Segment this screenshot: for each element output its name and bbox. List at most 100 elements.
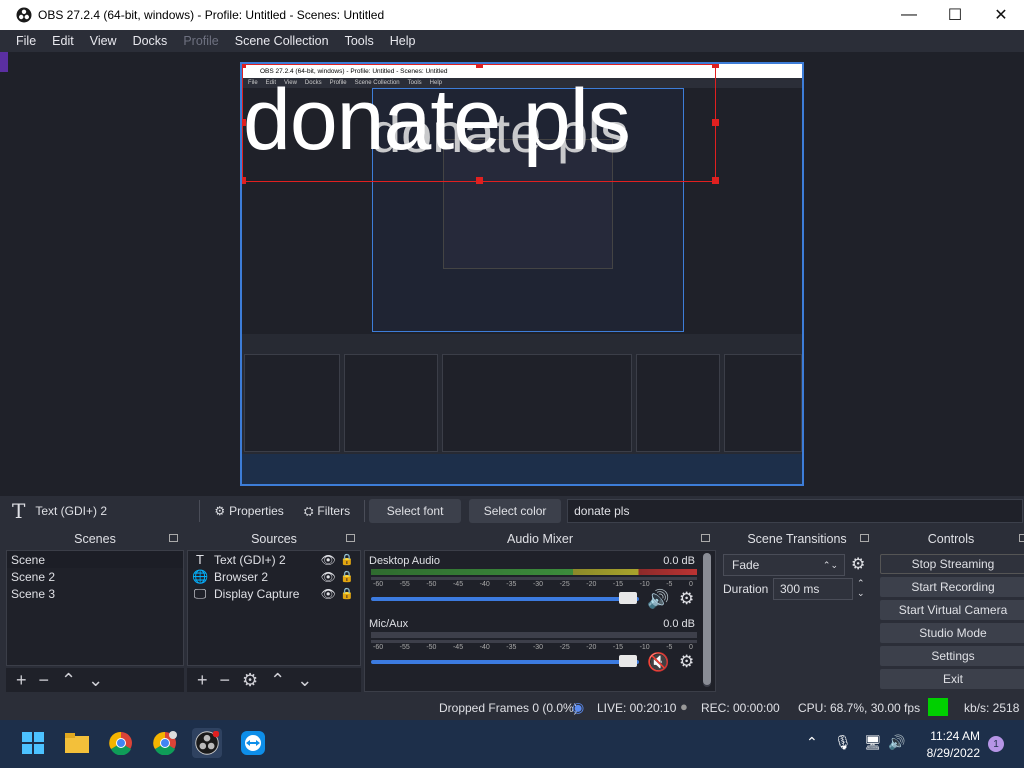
teamviewer-icon[interactable] [238, 728, 268, 758]
nested-transitions-panel [636, 354, 720, 452]
minimize-button[interactable]: — [886, 0, 932, 30]
volume-slider-handle[interactable] [619, 592, 637, 604]
selected-source-name: Text (GDI+) 2 [35, 504, 108, 518]
resize-handle-right[interactable] [712, 119, 719, 126]
eye-icon[interactable]: 👁 [321, 587, 336, 601]
properties-button[interactable]: ⚙ Properties [204, 499, 293, 523]
stop-streaming-button[interactable]: Stop Streaming [880, 554, 1024, 574]
mixer-channel-desktop: Desktop Audio 0.0 dB -60 -55 -50 -45 -40 -35-… [369, 555, 711, 611]
remove-icon[interactable]: − [39, 670, 50, 691]
selection-bounding-box[interactable]: donate pls [242, 64, 719, 184]
scene-item[interactable]: Scene 3 [7, 585, 183, 602]
scene-item[interactable]: Scene 2 [7, 568, 183, 585]
resize-handle-bottom-right[interactable] [712, 177, 719, 184]
menu-view[interactable]: View [82, 34, 125, 48]
move-down-icon[interactable]: ⌄ [88, 670, 103, 691]
transitions-title: Scene Transitions [747, 532, 847, 546]
maximize-button[interactable]: ☐ [932, 0, 978, 30]
chrome-profile-icon[interactable] [150, 728, 180, 758]
lock-icon[interactable]: 🔒 [340, 570, 354, 583]
select-color-button[interactable]: Select color [469, 499, 562, 523]
undock-icon[interactable] [701, 534, 710, 542]
add-icon[interactable]: + [197, 670, 208, 691]
menu-scene-collection[interactable]: Scene Collection [227, 34, 337, 48]
system-clock[interactable]: 11:24 AM 8/29/2022 [900, 728, 980, 762]
resize-handle-top-left[interactable] [242, 64, 246, 68]
menu-tools[interactable]: Tools [337, 34, 382, 48]
lock-icon[interactable]: 🔒 [340, 587, 354, 600]
preview-canvas[interactable]: OBS 27.2.4 (64-bit, windows) - Profile: … [240, 62, 804, 486]
volume-slider-track[interactable] [371, 660, 639, 664]
resize-handle-bottom[interactable] [476, 177, 483, 184]
gear-icon[interactable]: ⚙ [851, 554, 865, 574]
gear-icon[interactable]: ⚙ [679, 652, 694, 672]
microphone-icon[interactable]: 🎙 [834, 734, 852, 751]
chrome-icon[interactable] [106, 728, 136, 758]
scene-item[interactable]: Scene [7, 551, 183, 568]
undock-icon[interactable] [860, 534, 869, 542]
menu-edit[interactable]: Edit [44, 34, 82, 48]
duration-input[interactable]: 300 ms [773, 578, 853, 600]
close-button[interactable]: ✕ [978, 0, 1024, 30]
volume-meter [371, 632, 697, 638]
file-explorer-icon[interactable] [62, 728, 92, 758]
menu-help[interactable]: Help [382, 34, 424, 48]
nested-mixer-panel [442, 354, 632, 452]
add-icon[interactable]: + [16, 670, 27, 691]
undock-icon[interactable] [346, 534, 355, 542]
scenes-dock: Scenes Scene Scene 2 Scene 3 + − ⌃ ⌄ [6, 528, 184, 696]
donate-text[interactable]: donate pls [243, 71, 631, 170]
gear-icon[interactable]: ⚙ [242, 670, 258, 691]
source-item[interactable]: T Text (GDI+) 2 👁 🔒 [188, 551, 360, 568]
volume-slider-track[interactable] [371, 597, 639, 601]
source-item[interactable]: 🖵 Display Capture 👁 🔒 [188, 585, 360, 602]
obs-taskbar-icon[interactable] [192, 728, 222, 758]
status-bar: Dropped Frames 0 (0.0%) ◉ LIVE: 00:20:10… [0, 696, 1024, 720]
lock-icon[interactable]: 🔒 [340, 553, 354, 566]
mixer-scrollbar[interactable] [703, 553, 711, 687]
speaker-icon[interactable]: 🔊 [647, 589, 669, 610]
undock-icon[interactable] [1019, 534, 1024, 542]
eye-icon[interactable]: 👁 [321, 553, 336, 567]
resize-handle-left[interactable] [242, 119, 246, 126]
resize-handle-top-right[interactable] [712, 64, 719, 68]
rec-time: REC: 00:00:00 [701, 701, 780, 715]
move-down-icon[interactable]: ⌄ [297, 670, 312, 691]
transition-select[interactable]: Fade ⌃⌄ [723, 554, 845, 576]
meter-ticks: -60 -55 -50 -45 -40 -35 -30 -25 -20 -15 -10 -5 0 [373, 644, 693, 651]
preview-area[interactable]: OBS 27.2.4 (64-bit, windows) - Profile: … [0, 52, 1024, 496]
start-recording-button[interactable]: Start Recording [880, 577, 1024, 597]
filters-button[interactable]: ⛭ Filters [294, 499, 360, 523]
duration-value: 300 ms [780, 582, 820, 596]
eye-icon[interactable]: 👁 [321, 570, 336, 584]
network-icon[interactable]: 🖥 [864, 734, 882, 751]
start-icon[interactable] [18, 728, 48, 758]
menu-file[interactable]: File [8, 34, 44, 48]
sources-footer: + − ⚙ ⌃ ⌄ [187, 668, 361, 692]
duration-spin-icon[interactable]: ⌃ ⌄ [857, 578, 865, 598]
source-item[interactable]: 🌐 Browser 2 👁 🔒 [188, 568, 360, 585]
move-up-icon[interactable]: ⌃ [270, 670, 285, 691]
toolbar-divider [364, 500, 366, 522]
resize-handle-bottom-left[interactable] [242, 177, 246, 184]
settings-button[interactable]: Settings [880, 646, 1024, 666]
transition-selected: Fade [732, 558, 760, 572]
exit-button[interactable]: Exit [880, 669, 1024, 689]
remove-icon[interactable]: − [220, 670, 231, 691]
undock-icon[interactable] [169, 534, 178, 542]
resize-handle-top[interactable] [476, 64, 483, 68]
chevron-up-icon[interactable]: ⌃ [806, 734, 818, 751]
controls-header: Controls [878, 528, 1024, 550]
start-virtual-camera-button[interactable]: Start Virtual Camera [880, 600, 1024, 620]
studio-mode-button[interactable]: Studio Mode [880, 623, 1024, 643]
notification-badge[interactable]: 1 [988, 736, 1004, 752]
gear-icon[interactable]: ⚙ [679, 589, 694, 609]
volume-meter-secondary [371, 640, 697, 643]
text-input[interactable]: donate pls [567, 499, 1024, 523]
speaker-muted-icon[interactable]: 🔇 [647, 652, 669, 673]
move-up-icon[interactable]: ⌃ [61, 670, 76, 691]
dropped-frames: Dropped Frames 0 (0.0%) [439, 701, 578, 715]
select-font-button[interactable]: Select font [369, 499, 462, 523]
volume-slider-handle[interactable] [619, 655, 637, 667]
menu-docks[interactable]: Docks [125, 34, 176, 48]
